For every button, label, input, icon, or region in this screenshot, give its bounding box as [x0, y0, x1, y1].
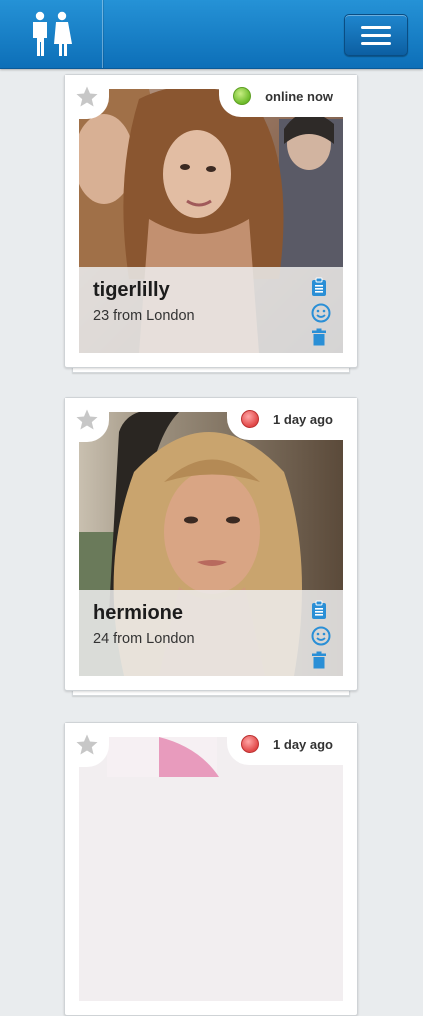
wink-button[interactable] — [311, 626, 331, 646]
age-location: 24 from London — [93, 631, 195, 647]
online-status: 1 day ago — [227, 398, 357, 440]
smiley-icon — [311, 626, 331, 646]
trash-icon — [312, 651, 326, 669]
hamburger-menu-icon — [361, 25, 391, 29]
app-header — [0, 0, 423, 69]
clipboard-icon — [312, 277, 326, 296]
status-text: 1 day ago — [273, 736, 333, 752]
status-text: online now — [265, 88, 333, 104]
delete-button[interactable] — [311, 328, 331, 348]
couple-icon — [33, 11, 72, 56]
clipboard-icon — [312, 600, 326, 619]
profile-photo[interactable] — [79, 737, 343, 1001]
wink-button[interactable] — [311, 303, 331, 323]
profile-card[interactable]: 1 day ago — [64, 722, 358, 1016]
profile-details-button[interactable] — [311, 600, 331, 620]
smiley-icon — [311, 303, 331, 323]
menu-button[interactable] — [344, 14, 408, 56]
app-logo[interactable] — [0, 0, 103, 68]
profile-info: tigerlilly 23 from London — [79, 267, 343, 353]
status-dot — [241, 410, 260, 428]
profile-details-button[interactable] — [311, 277, 331, 297]
username[interactable]: tigerlilly — [93, 279, 170, 302]
profile-info: hermione 24 from London — [79, 590, 343, 676]
status-dot — [241, 735, 260, 753]
star-icon — [76, 734, 98, 755]
favorite-button[interactable] — [65, 723, 109, 767]
username[interactable]: hermione — [93, 602, 183, 625]
delete-button[interactable] — [311, 651, 331, 671]
profile-photo[interactable]: tigerlilly 23 from London — [79, 89, 343, 353]
age-location: 23 from London — [93, 308, 195, 324]
star-icon — [76, 86, 98, 107]
status-dot — [233, 87, 252, 105]
trash-icon — [312, 328, 326, 346]
profile-photo[interactable]: hermione 24 from London — [79, 412, 343, 676]
status-text: 1 day ago — [273, 411, 333, 427]
star-icon — [76, 409, 98, 430]
favorite-button[interactable] — [65, 75, 109, 119]
profile-card[interactable]: tigerlilly 23 from London online now — [64, 74, 358, 368]
online-status: online now — [219, 75, 357, 117]
online-status: 1 day ago — [227, 723, 357, 765]
profile-card[interactable]: hermione 24 from London 1 day ago — [64, 397, 358, 691]
favorite-button[interactable] — [65, 398, 109, 442]
